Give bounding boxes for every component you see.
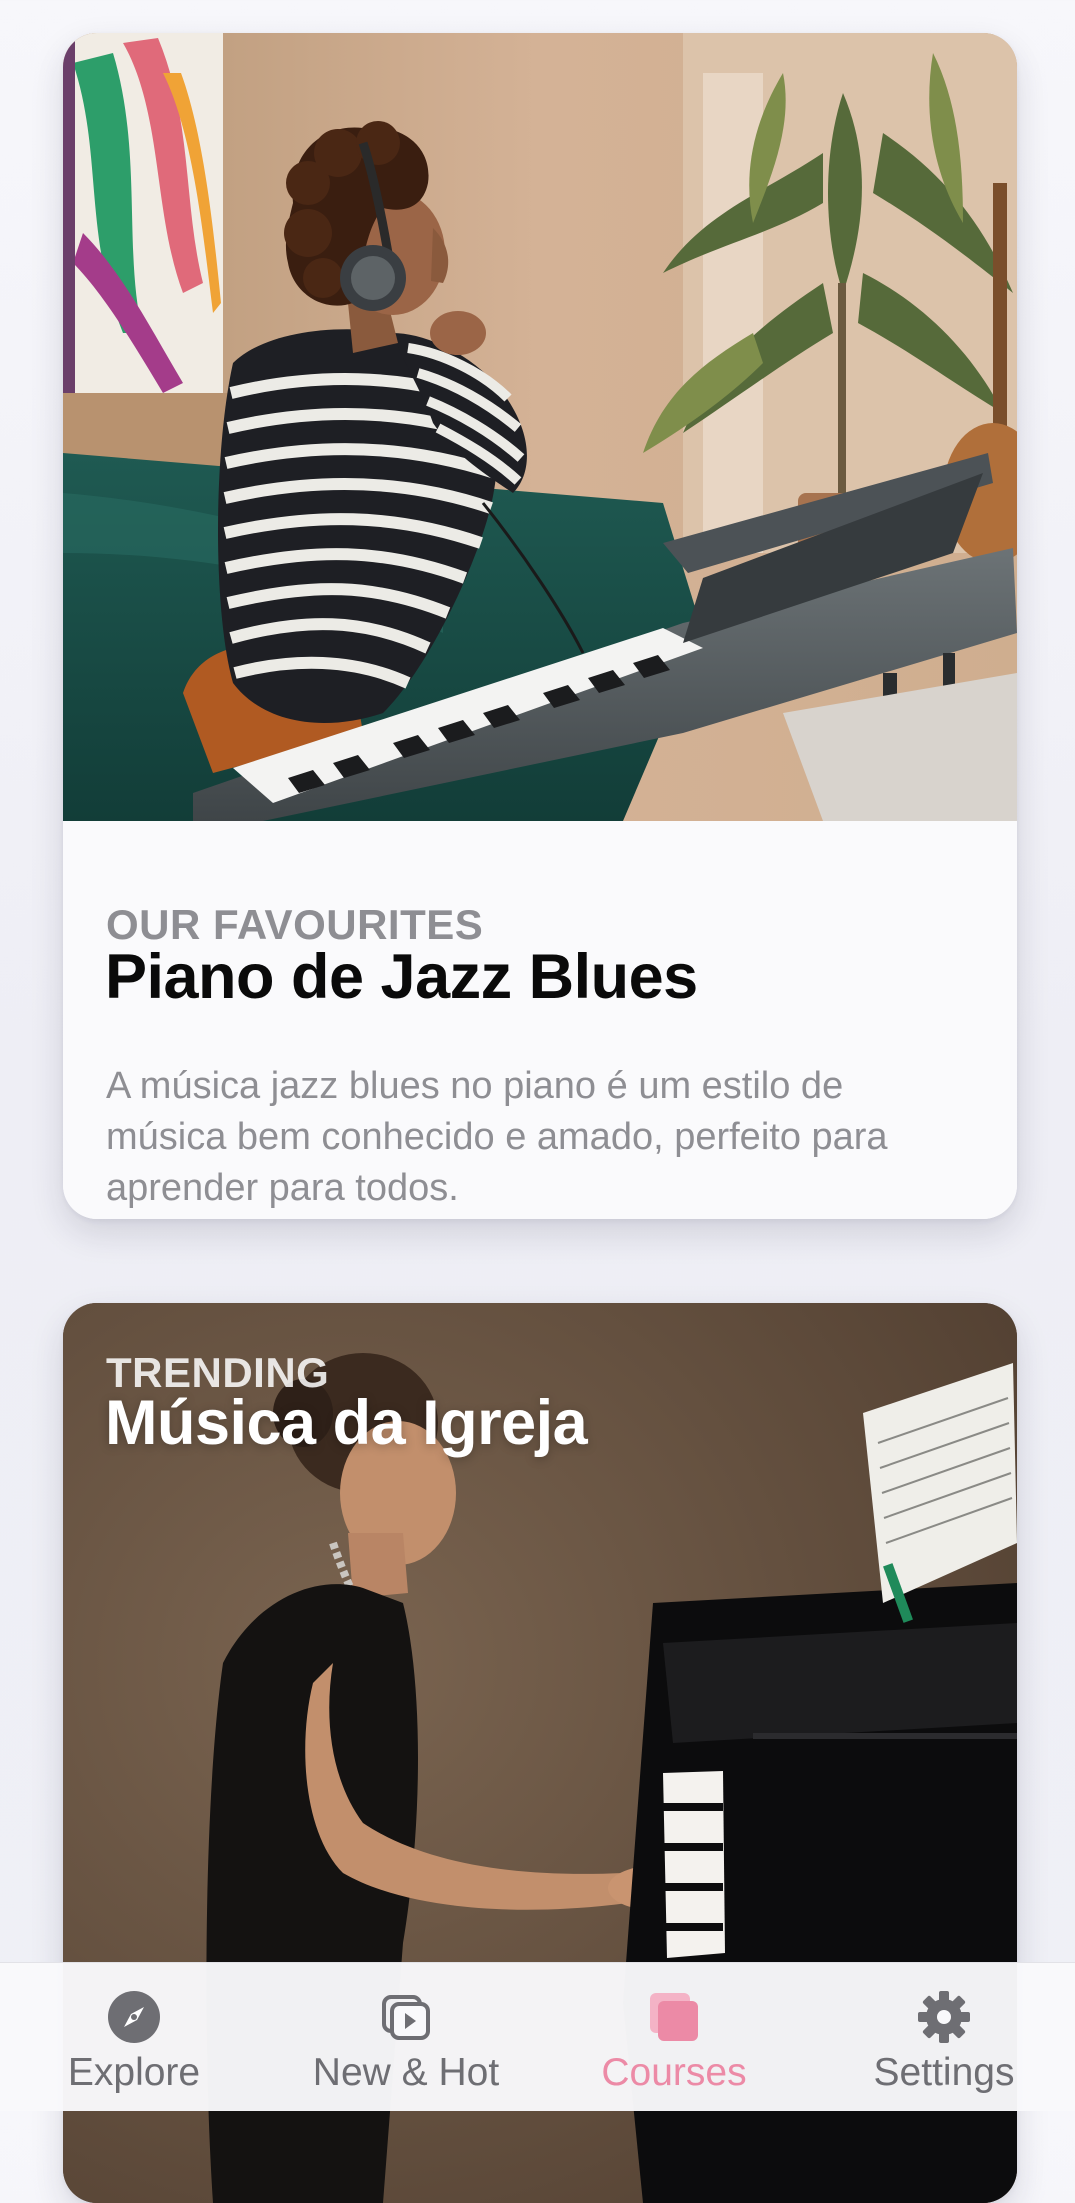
gear-icon — [914, 1987, 974, 2047]
course-photo-woman-headphones-keyboard — [63, 33, 1017, 821]
tab-label: Courses — [601, 2051, 747, 2094]
play-stack-icon — [376, 1987, 436, 2047]
course-card-piano-jazz-blues[interactable]: OUR FAVOURITES Piano de Jazz Blues A mús… — [63, 33, 1017, 1219]
card-title: Música da Igreja — [105, 1388, 588, 1458]
bottom-tab-bar: Explore New & Hot Courses Settings — [0, 1962, 1075, 2111]
card-title: Piano de Jazz Blues — [105, 942, 698, 1012]
tab-label: Explore — [67, 2051, 201, 2094]
course-card-body: OUR FAVOURITES Piano de Jazz Blues A mús… — [63, 821, 1017, 1219]
tab-new-and-hot[interactable]: New & Hot — [300, 1963, 512, 2111]
compass-icon — [104, 1987, 164, 2047]
stacked-squares-icon — [644, 1987, 704, 2047]
tab-explore[interactable]: Explore — [48, 1963, 220, 2111]
tab-label: New & Hot — [312, 2051, 500, 2094]
tab-label: Settings — [873, 2051, 1015, 2094]
card-description: A música jazz blues no piano é um estilo… — [106, 1065, 888, 1209]
tab-courses[interactable]: Courses — [578, 1963, 770, 2111]
tab-settings[interactable]: Settings — [860, 1963, 1028, 2111]
